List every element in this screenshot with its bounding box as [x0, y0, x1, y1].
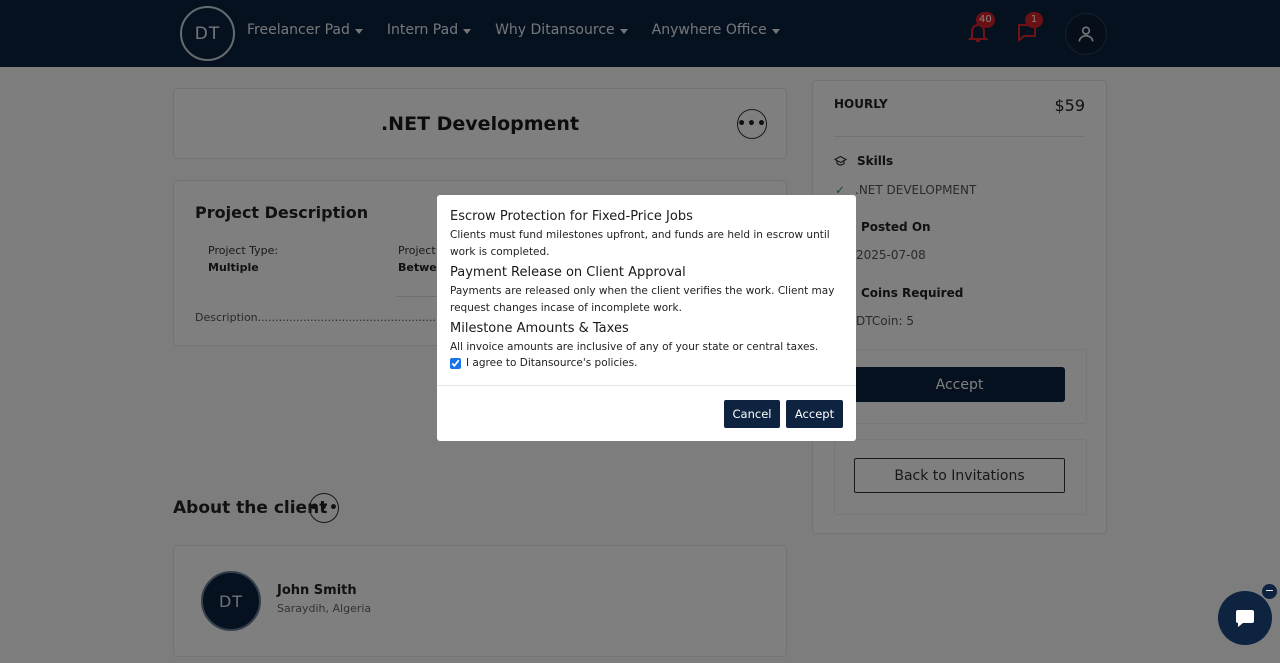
- chat-widget-button[interactable]: [1218, 591, 1272, 645]
- modal-footer: [437, 385, 856, 386]
- policy-heading: Milestone Amounts & Taxes: [450, 321, 629, 336]
- policy-heading: Escrow Protection for Fixed-Price Jobs: [450, 209, 693, 224]
- agree-checkbox[interactable]: [450, 357, 461, 369]
- chat-minimize-button[interactable]: −: [1262, 584, 1277, 599]
- policy-section-taxes: Milestone Amounts & Taxes All invoice am…: [450, 321, 843, 356]
- cancel-button[interactable]: Cancel: [724, 400, 780, 428]
- policy-section-escrow: Escrow Protection for Fixed-Price Jobs C…: [450, 209, 843, 261]
- policy-text: Payments are released only when the clie…: [450, 285, 835, 314]
- policy-heading: Payment Release on Client Approval: [450, 265, 686, 280]
- policy-text: All invoice amounts are inclusive of any…: [450, 341, 819, 353]
- policy-section-payment: Payment Release on Client Approval Payme…: [450, 265, 843, 317]
- agree-label: I agree to Ditansource's policies.: [466, 357, 638, 369]
- chat-bubble-icon: [1236, 610, 1254, 627]
- accept-button[interactable]: Accept: [786, 400, 843, 428]
- policy-modal: Escrow Protection for Fixed-Price Jobs C…: [437, 195, 856, 441]
- agree-checkbox-row[interactable]: I agree to Ditansource's policies.: [450, 357, 637, 369]
- policy-text: Clients must fund milestones upfront, an…: [450, 229, 830, 258]
